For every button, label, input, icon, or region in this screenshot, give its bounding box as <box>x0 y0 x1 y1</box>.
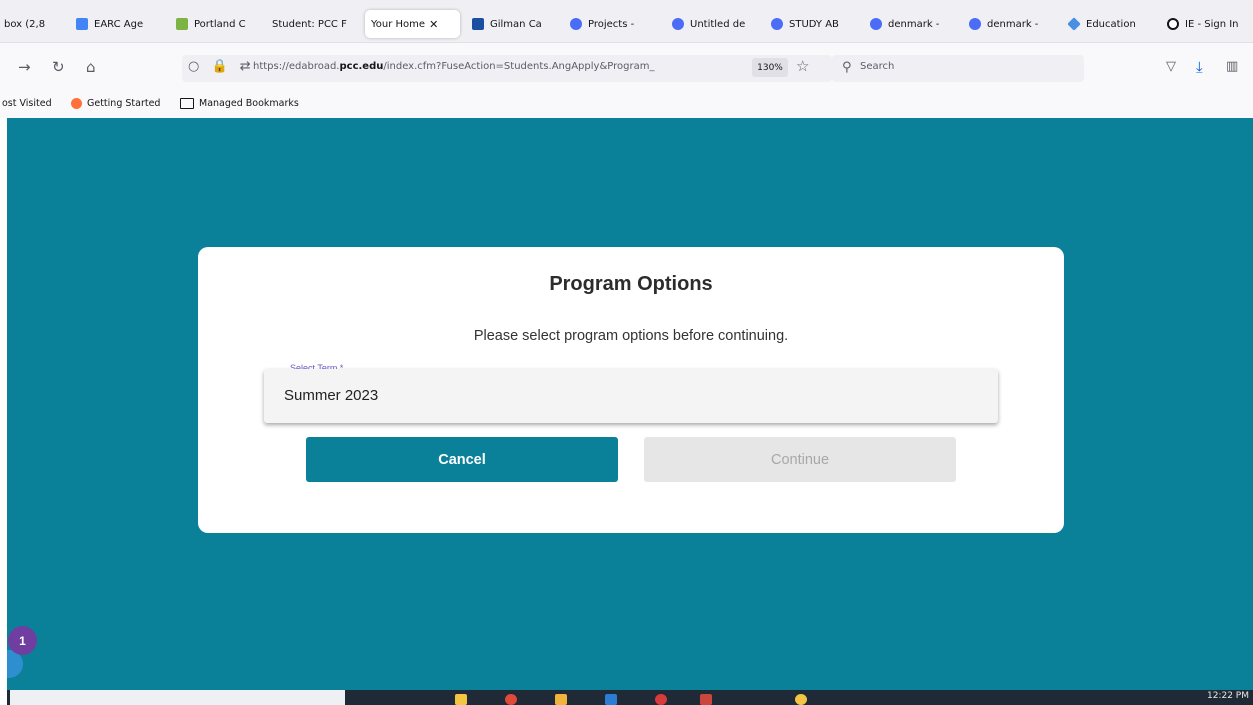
forward-icon[interactable]: → <box>18 58 31 76</box>
url-path: /index.cfm?FuseAction=Students.AngApply&… <box>383 61 655 72</box>
globe-icon <box>969 18 981 30</box>
security-icons[interactable]: ○ 🔒 ⇄ <box>188 59 255 74</box>
notification-badge[interactable]: 1 <box>8 626 37 655</box>
tab-ie-sign-in[interactable]: IE - Sign In <box>1167 10 1251 38</box>
tab-inbox[interactable]: box (2,8 <box>4 10 64 38</box>
tab-strip: box (2,8 EARC Age Portland C Student: PC… <box>0 0 1253 43</box>
tab-title: IE - Sign In <box>1185 18 1239 30</box>
tab-title: box (2,8 <box>4 18 46 30</box>
url-domain: pcc.edu <box>339 61 384 72</box>
doc-icon <box>76 18 88 30</box>
bookmark-label: Getting Started <box>87 98 161 109</box>
dialog-subtitle: Please select program options before con… <box>473 328 789 344</box>
tab-untitled[interactable]: Untitled de <box>672 10 756 38</box>
tab-title: Gilman Ca <box>490 18 542 30</box>
tab-earc[interactable]: EARC Age <box>76 10 158 38</box>
search-placeholder[interactable]: Search <box>860 61 894 72</box>
tab-title: Student: PCC F <box>272 18 347 30</box>
tab-title: Projects - <box>588 18 635 30</box>
tab-title: EARC Age <box>94 18 144 30</box>
sticky-notes-icon[interactable] <box>555 694 567 705</box>
home-icon[interactable]: ⌂ <box>86 58 96 76</box>
window-edge <box>0 118 7 690</box>
bookmark-label: Managed Bookmarks <box>199 98 299 109</box>
tab-portland[interactable]: Portland C <box>176 10 262 38</box>
outlook-icon[interactable] <box>605 694 617 705</box>
term-select[interactable]: Summer 2023 <box>264 369 998 423</box>
bookmark-star-icon[interactable]: ☆ <box>796 57 809 75</box>
tab-gilman[interactable]: Gilman Ca <box>472 10 554 38</box>
folder-icon <box>180 98 194 109</box>
bookmark-label: ost Visited <box>2 98 52 109</box>
reload-icon[interactable]: ↻ <box>52 58 65 76</box>
tab-title: Education <box>1086 18 1136 30</box>
download-icon[interactable]: ⤓ <box>1196 58 1203 76</box>
tab-study-abroad[interactable]: STUDY AB <box>771 10 855 38</box>
close-icon[interactable]: ✕ <box>429 18 438 31</box>
term-select-value: Summer 2023 <box>284 387 379 404</box>
tab-denmark-2[interactable]: denmark - <box>969 10 1053 38</box>
file-explorer-icon[interactable] <box>455 694 467 705</box>
chrome-icon[interactable] <box>505 694 517 705</box>
tab-title: Portland C <box>194 18 246 30</box>
bookmarks-bar: ost Visited Getting Started Managed Book… <box>0 91 1253 118</box>
tab-student-pcc[interactable]: Student: PCC F <box>272 10 354 38</box>
bookmark-getting-started[interactable]: Getting Started <box>71 98 160 109</box>
tab-your-home[interactable]: Your Home ✕ <box>365 10 460 38</box>
url-text[interactable]: https://edabroad.pcc.edu/index.cfm?FuseA… <box>253 61 654 72</box>
site-icon <box>472 18 484 30</box>
url-prefix: https://edabroad. <box>253 61 340 72</box>
search-icon: ⚲ <box>842 60 852 75</box>
powerpoint-icon[interactable] <box>700 694 712 705</box>
zoom-level[interactable]: 130% <box>752 58 788 77</box>
tab-title: denmark - <box>888 18 940 30</box>
bookmark-most-visited[interactable]: ost Visited <box>2 98 52 109</box>
globe-icon <box>771 18 783 30</box>
ring-icon <box>1167 18 1179 30</box>
globe-icon <box>570 18 582 30</box>
tab-title: Your Home <box>371 18 426 30</box>
site-icon <box>176 18 188 30</box>
taskbar-search[interactable] <box>10 690 345 705</box>
tab-projects[interactable]: Projects - <box>570 10 654 38</box>
tab-title: Untitled de <box>690 18 746 30</box>
app-icon[interactable] <box>795 694 807 705</box>
bookmark-managed[interactable]: Managed Bookmarks <box>180 98 299 109</box>
firefox-icon <box>71 98 82 109</box>
dialog-title: Program Options <box>549 273 713 295</box>
app-icon[interactable] <box>655 694 667 705</box>
program-options-dialog: Program Options Please select program op… <box>198 247 1064 533</box>
diamond-icon <box>1068 17 1081 31</box>
sidebar-icon[interactable]: ▥ <box>1226 58 1238 76</box>
globe-icon <box>870 18 882 30</box>
tab-title: STUDY AB <box>789 18 839 30</box>
cancel-button[interactable]: Cancel <box>306 437 618 482</box>
taskbar-clock[interactable]: 12:22 PM <box>1207 691 1249 701</box>
pocket-icon[interactable]: ▽ <box>1166 58 1176 76</box>
tab-title: denmark - <box>987 18 1039 30</box>
continue-button[interactable]: Continue <box>644 437 956 482</box>
tab-denmark-1[interactable]: denmark - <box>870 10 954 38</box>
tab-education[interactable]: Education <box>1068 10 1152 38</box>
globe-icon <box>672 18 684 30</box>
